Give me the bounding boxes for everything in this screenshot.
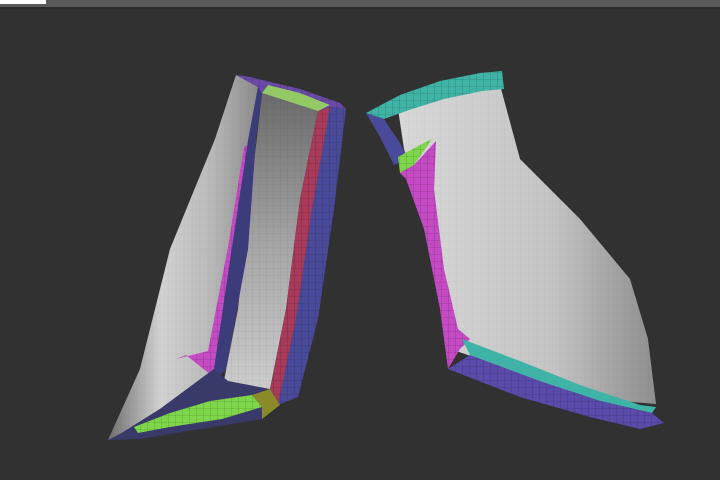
toolbar-active-tab[interactable] [0,0,46,4]
left-boot-mesh[interactable] [108,75,346,440]
sculpt-application-window [0,0,720,480]
3d-viewport[interactable] [0,9,720,480]
top-toolbar [0,0,720,9]
viewport-canvas[interactable] [0,9,720,480]
right-boot-mesh[interactable] [366,71,664,429]
